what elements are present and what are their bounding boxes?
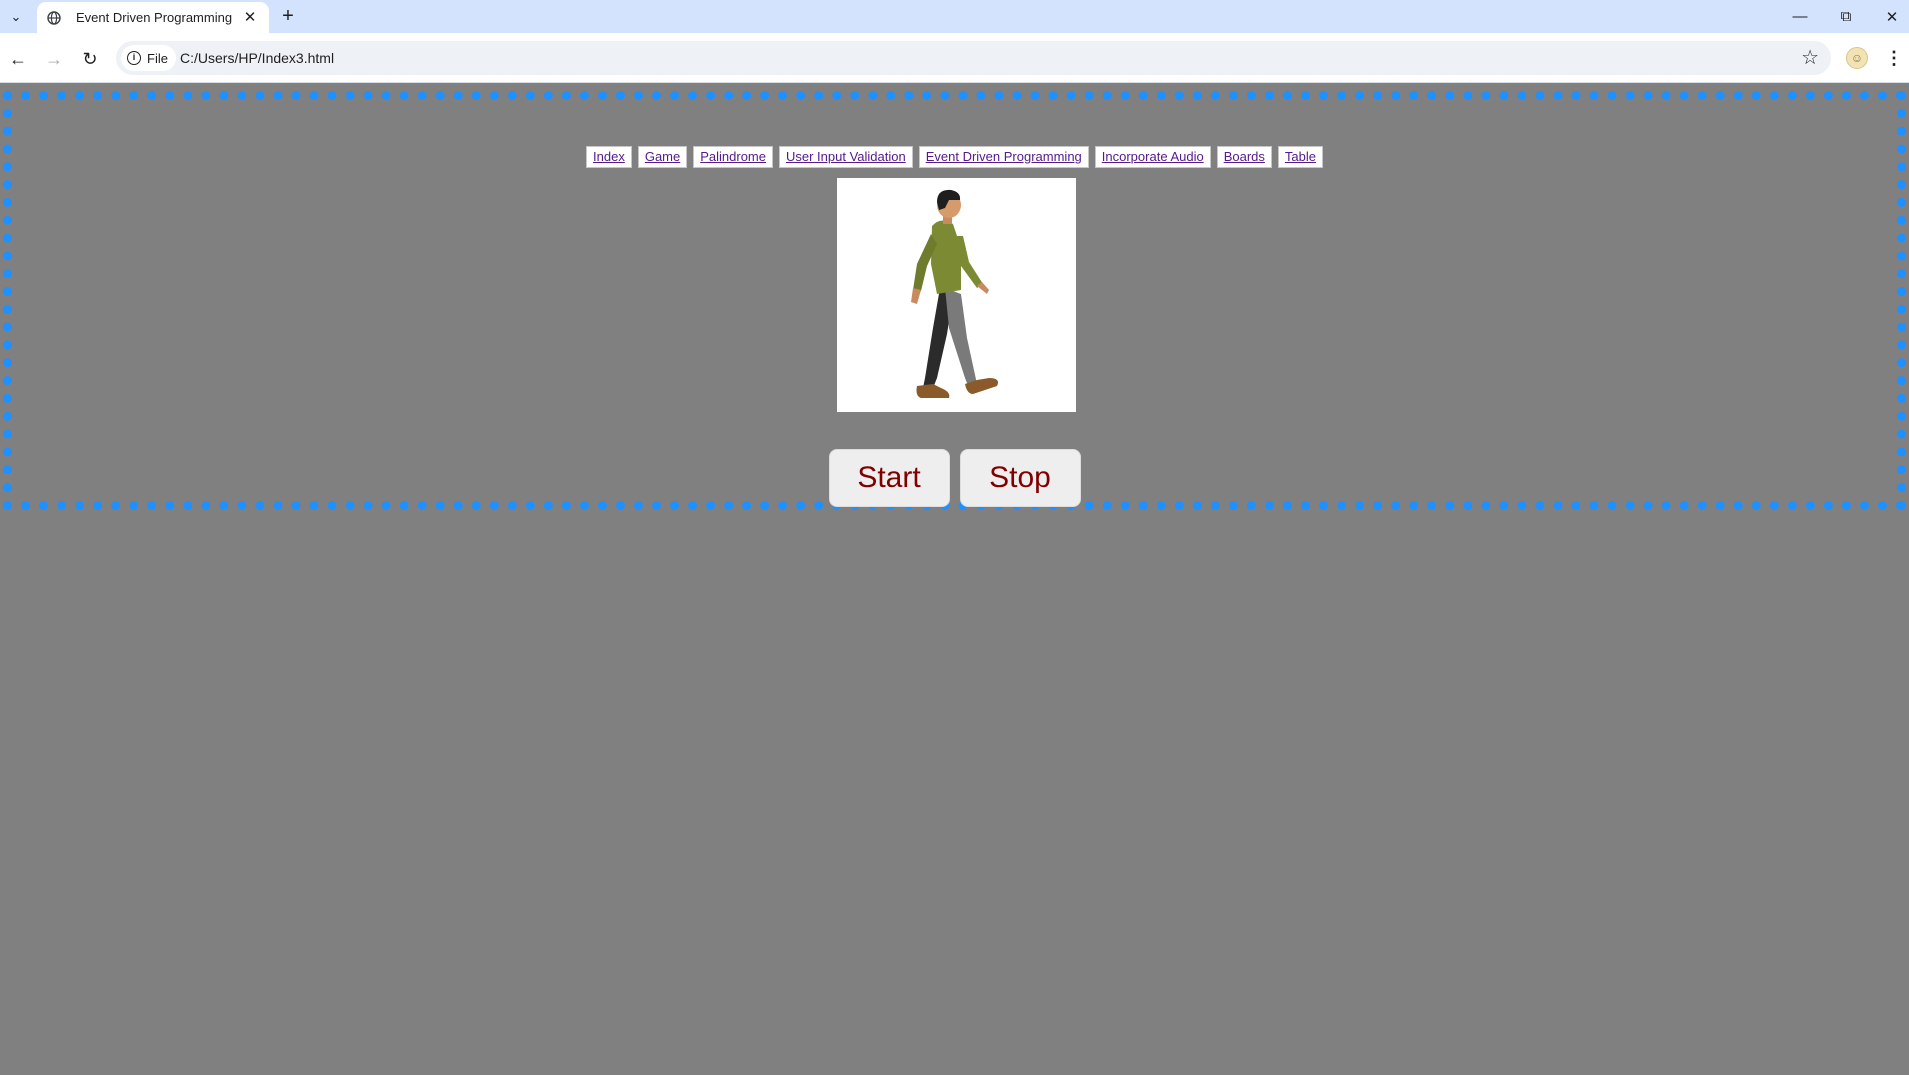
nav-link-palindrome[interactable]: Palindrome (693, 146, 773, 168)
walking-man-illustration (911, 189, 998, 398)
walking-man-image (837, 178, 1076, 412)
reload-icon[interactable]: ↻ (76, 45, 104, 73)
close-window-icon[interactable]: ✕ (1869, 0, 1909, 33)
globe-icon (46, 10, 62, 26)
info-icon: i (127, 51, 141, 65)
profile-avatar-icon[interactable]: ☺ (1846, 47, 1868, 69)
start-button[interactable]: Start (828, 449, 950, 507)
scheme-label: File (147, 50, 168, 66)
nav-link-event-driven-programming[interactable]: Event Driven Programming (918, 146, 1089, 168)
minimize-icon[interactable]: — (1777, 0, 1823, 33)
nav-links: Index Game Palindrome User Input Validat… (12, 146, 1897, 168)
stop-button[interactable]: Stop (959, 449, 1081, 507)
new-tab-icon[interactable]: + (276, 5, 300, 29)
nav-link-incorporate-audio[interactable]: Incorporate Audio (1094, 146, 1211, 168)
url-text[interactable]: C:/Users/HP/Index3.html (180, 50, 334, 66)
nav-link-user-input-validation[interactable]: User Input Validation (779, 146, 913, 168)
nav-link-table[interactable]: Table (1277, 146, 1323, 168)
close-tab-icon[interactable]: ✕ (241, 9, 259, 27)
site-info-chip[interactable]: i File (121, 45, 176, 71)
tab-title: Event Driven Programming (76, 10, 233, 25)
forward-icon[interactable]: → (40, 45, 68, 73)
nav-link-index[interactable]: Index (586, 146, 632, 168)
address-bar[interactable]: i File C:/Users/HP/Index3.html ☆ (116, 41, 1831, 75)
bookmark-star-icon[interactable]: ☆ (1801, 47, 1819, 69)
nav-link-boards[interactable]: Boards (1216, 146, 1272, 168)
tab-strip: ⌄ Event Driven Programming ✕ + — ⧉ ✕ (0, 0, 1909, 33)
back-icon[interactable]: ← (4, 45, 32, 73)
kebab-menu-icon[interactable]: ⋮ (1882, 46, 1906, 70)
nav-link-game[interactable]: Game (637, 146, 688, 168)
tab-search-chevron-icon[interactable]: ⌄ (4, 5, 28, 29)
page-viewport: Index Game Palindrome User Input Validat… (0, 84, 1909, 1075)
restore-icon[interactable]: ⧉ (1823, 0, 1869, 33)
control-buttons: Start Stop (12, 449, 1897, 507)
dotted-border-container: Index Game Palindrome User Input Validat… (3, 91, 1906, 510)
browser-tab[interactable]: Event Driven Programming ✕ (37, 2, 269, 33)
browser-toolbar: ← → ↻ i File C:/Users/HP/Index3.html ☆ ☺… (0, 33, 1909, 83)
